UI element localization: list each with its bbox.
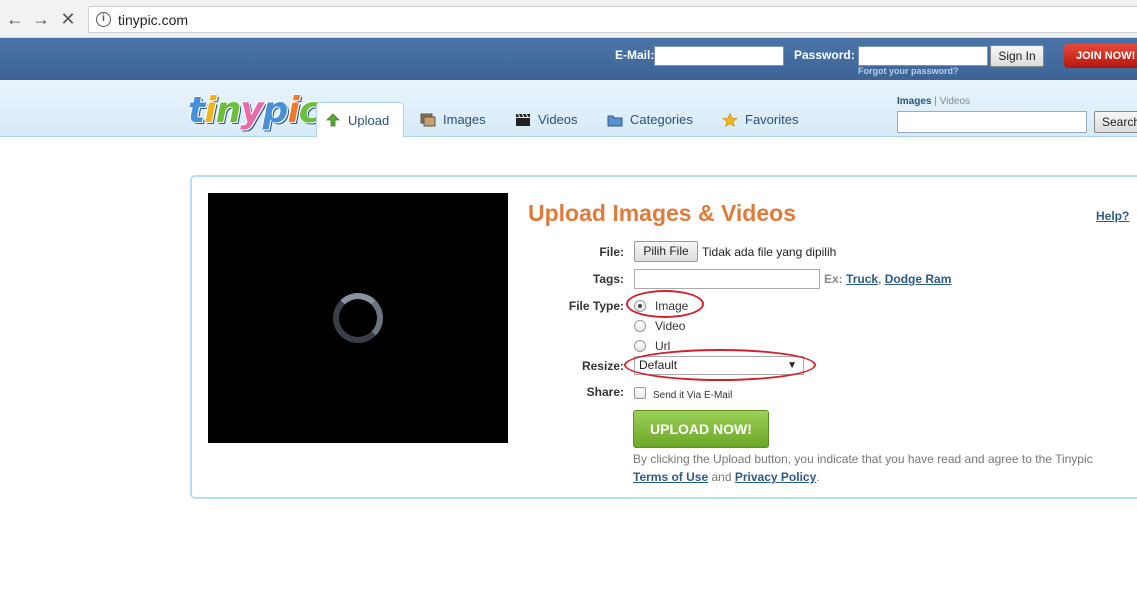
tags-example-prefix: Ex: xyxy=(824,272,843,286)
browser-toolbar: ← → ✕ i tinypic.com xyxy=(0,0,1137,38)
privacy-policy-link[interactable]: Privacy Policy xyxy=(735,470,816,484)
radio-url[interactable] xyxy=(634,340,646,352)
filetype-option-video[interactable]: Video xyxy=(634,319,685,333)
site-header: tinypic Upload Images Videos Categories … xyxy=(0,80,1137,138)
terms-text: By clicking the Upload button, you indic… xyxy=(633,452,1093,466)
tab-label: Favorites xyxy=(745,112,799,127)
search-scope-separator: | xyxy=(934,96,937,107)
loading-spinner-icon xyxy=(333,293,383,343)
search-scope: Images | Videos xyxy=(897,96,970,107)
join-now-button[interactable]: JOIN NOW! xyxy=(1064,44,1137,68)
no-file-text: Tidak ada file yang dipilih xyxy=(702,245,837,259)
radio-label: Video xyxy=(655,319,686,333)
tab-label: Categories xyxy=(630,112,693,127)
tab-label: Upload xyxy=(348,112,390,128)
preview-area xyxy=(208,193,508,443)
tinypic-logo[interactable]: tinypic xyxy=(188,90,320,131)
share-label: Share: xyxy=(586,385,624,399)
terms-notice: By clicking the Upload button, you indic… xyxy=(633,450,1113,486)
tab-videos[interactable]: Videos xyxy=(507,102,586,137)
upload-now-button[interactable]: UPLOAD NOW! xyxy=(633,410,769,448)
password-label: Password: xyxy=(794,48,855,62)
address-bar[interactable]: i tinypic.com xyxy=(88,6,1137,33)
tags-label: Tags: xyxy=(592,272,624,286)
choose-file-button[interactable]: Pilih File xyxy=(634,241,698,262)
tab-label: Videos xyxy=(538,112,578,127)
search-button[interactable]: Search xyxy=(1094,111,1137,133)
search-scope-videos[interactable]: Videos xyxy=(940,96,970,107)
search-scope-images[interactable]: Images xyxy=(897,96,931,107)
search-input[interactable] xyxy=(897,111,1087,133)
email-label: E-Mail: xyxy=(615,48,655,62)
annotation-ellipse-image xyxy=(626,290,704,318)
tab-categories[interactable]: Categories xyxy=(599,102,701,137)
help-link[interactable]: Help? xyxy=(1096,209,1129,223)
star-icon xyxy=(722,112,738,127)
upload-panel: Upload Images & Videos Help? File: Pilih… xyxy=(190,175,1137,499)
sign-in-button[interactable]: Sign In xyxy=(990,45,1044,67)
tab-label: Images xyxy=(443,112,486,127)
folder-icon xyxy=(607,115,623,126)
password-field[interactable] xyxy=(858,46,988,66)
email-field[interactable] xyxy=(654,46,784,66)
radio-video[interactable] xyxy=(634,320,646,332)
annotation-ellipse-resize xyxy=(624,349,816,381)
tab-favorites[interactable]: Favorites xyxy=(714,102,806,137)
terms-period: . xyxy=(816,470,820,484)
tab-images[interactable]: Images xyxy=(412,102,494,137)
upload-arrow-icon xyxy=(326,113,340,127)
login-bar: E-Mail: Password: Sign In Forgot your pa… xyxy=(0,38,1137,80)
terms-of-use-link[interactable]: Terms of Use xyxy=(633,470,708,484)
tags-example: Ex: Truck, Dodge Ram xyxy=(824,272,952,286)
filetype-label: File Type: xyxy=(568,299,624,313)
resize-label: Resize: xyxy=(581,359,624,373)
forgot-password-link[interactable]: Forgot your password? xyxy=(858,66,959,76)
images-icon xyxy=(420,113,436,126)
terms-and: and xyxy=(711,470,732,484)
tag-example-truck[interactable]: Truck xyxy=(846,272,878,286)
address-url: tinypic.com xyxy=(118,12,189,28)
info-icon[interactable]: i xyxy=(96,12,111,27)
send-email-checkbox[interactable] xyxy=(634,387,646,399)
tab-upload[interactable]: Upload xyxy=(316,102,404,138)
tags-input[interactable] xyxy=(634,269,820,289)
film-clapper-icon xyxy=(516,113,530,126)
tag-example-dodge-ram[interactable]: Dodge Ram xyxy=(885,272,952,286)
back-icon[interactable]: ← xyxy=(4,8,26,30)
stop-loading-icon[interactable]: ✕ xyxy=(57,8,79,30)
send-email-label: Send it Via E-Mail xyxy=(653,390,733,401)
file-label: File: xyxy=(599,245,624,259)
page-title: Upload Images & Videos xyxy=(528,200,796,226)
forward-icon[interactable]: → xyxy=(30,8,52,30)
